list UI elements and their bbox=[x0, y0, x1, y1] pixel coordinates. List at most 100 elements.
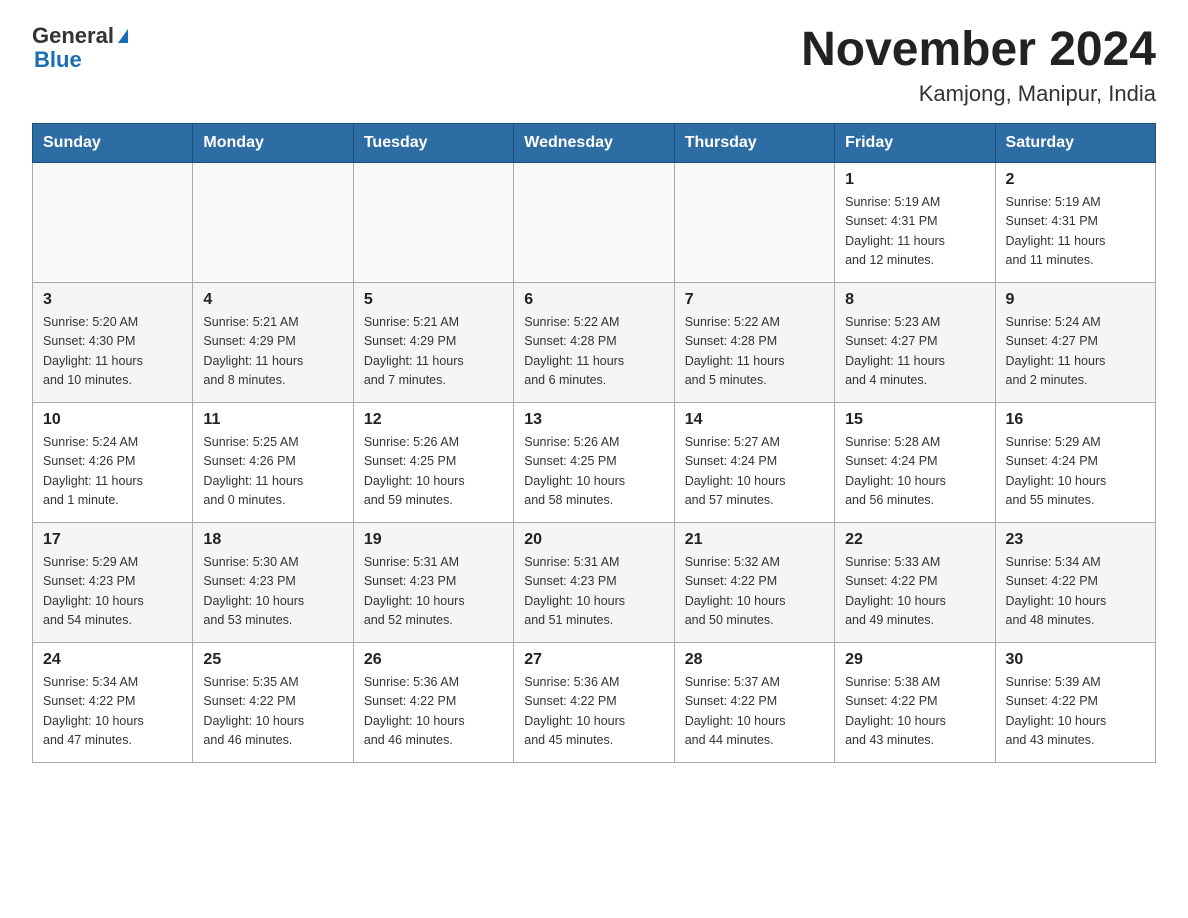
calendar-cell: 28Sunrise: 5:37 AM Sunset: 4:22 PM Dayli… bbox=[674, 642, 834, 762]
calendar-cell bbox=[674, 162, 834, 282]
calendar-cell bbox=[193, 162, 353, 282]
week-row-3: 10 Sunrise: 5:24 AM Sunset: 4:26 PM Dayli… bbox=[33, 402, 1156, 522]
day-number: 6 bbox=[524, 291, 663, 309]
day-info: Sunrise: 5:34 AM Sunset: 4:22 PM Dayligh… bbox=[1006, 553, 1145, 631]
day-number: 27 bbox=[524, 651, 663, 669]
day-info: Sunrise: 5:31 AM Sunset: 4:23 PM Dayligh… bbox=[364, 553, 503, 631]
day-info: Sunrise: 5:38 AM Sunset: 4:22 PM Dayligh… bbox=[845, 673, 984, 751]
logo-triangle-icon bbox=[118, 29, 128, 43]
day-number: 20 bbox=[524, 531, 663, 549]
day-number: 26 bbox=[364, 651, 503, 669]
day-number: 17 bbox=[43, 531, 182, 549]
logo-text-general: General bbox=[32, 24, 114, 48]
header-cell-saturday: Saturday bbox=[995, 123, 1155, 162]
day-number: 16 bbox=[1006, 411, 1145, 429]
day-info: Sunrise: 5:29 AM Sunset: 4:23 PM Dayligh… bbox=[43, 553, 182, 631]
day-number: 25 bbox=[203, 651, 342, 669]
calendar-cell: 16 Sunrise: 5:29 AM Sunset: 4:24 PM Dayli… bbox=[995, 402, 1155, 522]
header-cell-thursday: Thursday bbox=[674, 123, 834, 162]
day-info: Sunrise: 5:34 AM Sunset: 4:22 PM Dayligh… bbox=[43, 673, 182, 751]
day-info: Sunrise: 5:21 AM Sunset: 4:29 PM Dayligh… bbox=[364, 313, 503, 391]
calendar-cell: 7Sunrise: 5:22 AM Sunset: 4:28 PM Daylig… bbox=[674, 282, 834, 402]
calendar-cell: 13Sunrise: 5:26 AM Sunset: 4:25 PM Dayli… bbox=[514, 402, 674, 522]
day-number: 5 bbox=[364, 291, 503, 309]
calendar-header: SundayMondayTuesdayWednesdayThursdayFrid… bbox=[33, 123, 1156, 162]
day-number: 15 bbox=[845, 411, 984, 429]
logo-text-blue: Blue bbox=[34, 48, 82, 72]
calendar-cell: 23Sunrise: 5:34 AM Sunset: 4:22 PM Dayli… bbox=[995, 522, 1155, 642]
day-number: 1 bbox=[845, 171, 984, 189]
day-info: Sunrise: 5:33 AM Sunset: 4:22 PM Dayligh… bbox=[845, 553, 984, 631]
calendar-cell: 15 Sunrise: 5:28 AM Sunset: 4:24 PM Dayli… bbox=[835, 402, 995, 522]
calendar-cell: 6 Sunrise: 5:22 AM Sunset: 4:28 PM Daylig… bbox=[514, 282, 674, 402]
page-subtitle: Kamjong, Manipur, India bbox=[801, 81, 1156, 107]
day-number: 11 bbox=[203, 411, 342, 429]
week-row-4: 17 Sunrise: 5:29 AM Sunset: 4:23 PM Dayli… bbox=[33, 522, 1156, 642]
day-info: Sunrise: 5:29 AM Sunset: 4:24 PM Dayligh… bbox=[1006, 433, 1145, 511]
title-block: November 2024 Kamjong, Manipur, India bbox=[801, 24, 1156, 107]
calendar-cell: 18Sunrise: 5:30 AM Sunset: 4:23 PM Dayli… bbox=[193, 522, 353, 642]
calendar-cell: 10 Sunrise: 5:24 AM Sunset: 4:26 PM Dayli… bbox=[33, 402, 193, 522]
calendar-cell: 27 Sunrise: 5:36 AM Sunset: 4:22 PM Dayli… bbox=[514, 642, 674, 762]
day-number: 2 bbox=[1006, 171, 1145, 189]
page-header: General Blue November 2024 Kamjong, Mani… bbox=[32, 24, 1156, 107]
page-title: November 2024 bbox=[801, 24, 1156, 77]
header-cell-friday: Friday bbox=[835, 123, 995, 162]
calendar-cell: 26 Sunrise: 5:36 AM Sunset: 4:22 PM Dayli… bbox=[353, 642, 513, 762]
calendar-cell bbox=[514, 162, 674, 282]
calendar-table: SundayMondayTuesdayWednesdayThursdayFrid… bbox=[32, 123, 1156, 763]
day-info: Sunrise: 5:31 AM Sunset: 4:23 PM Dayligh… bbox=[524, 553, 663, 631]
calendar-cell: 5 Sunrise: 5:21 AM Sunset: 4:29 PM Daylig… bbox=[353, 282, 513, 402]
day-number: 4 bbox=[203, 291, 342, 309]
calendar-cell: 12 Sunrise: 5:26 AM Sunset: 4:25 PM Dayli… bbox=[353, 402, 513, 522]
calendar-cell: 1Sunrise: 5:19 AM Sunset: 4:31 PM Daylig… bbox=[835, 162, 995, 282]
day-info: Sunrise: 5:36 AM Sunset: 4:22 PM Dayligh… bbox=[524, 673, 663, 751]
day-number: 19 bbox=[364, 531, 503, 549]
day-number: 29 bbox=[845, 651, 984, 669]
day-info: Sunrise: 5:26 AM Sunset: 4:25 PM Dayligh… bbox=[364, 433, 503, 511]
day-info: Sunrise: 5:23 AM Sunset: 4:27 PM Dayligh… bbox=[845, 313, 984, 391]
header-cell-wednesday: Wednesday bbox=[514, 123, 674, 162]
calendar-cell: 21 Sunrise: 5:32 AM Sunset: 4:22 PM Dayli… bbox=[674, 522, 834, 642]
day-number: 24 bbox=[43, 651, 182, 669]
calendar-cell bbox=[33, 162, 193, 282]
calendar-cell: 14 Sunrise: 5:27 AM Sunset: 4:24 PM Dayli… bbox=[674, 402, 834, 522]
day-info: Sunrise: 5:22 AM Sunset: 4:28 PM Dayligh… bbox=[685, 313, 824, 391]
day-info: Sunrise: 5:24 AM Sunset: 4:26 PM Dayligh… bbox=[43, 433, 182, 511]
calendar-cell: 3Sunrise: 5:20 AM Sunset: 4:30 PM Daylig… bbox=[33, 282, 193, 402]
calendar-cell: 25 Sunrise: 5:35 AM Sunset: 4:22 PM Dayli… bbox=[193, 642, 353, 762]
week-row-1: 1 Sunrise: 5:19 AM Sunset: 4:31 PM Daylig… bbox=[33, 162, 1156, 282]
day-number: 10 bbox=[43, 411, 182, 429]
week-row-5: 24 Sunrise: 5:34 AM Sunset: 4:22 PM Dayli… bbox=[33, 642, 1156, 762]
calendar-cell: 9Sunrise: 5:24 AM Sunset: 4:27 PM Daylig… bbox=[995, 282, 1155, 402]
day-info: Sunrise: 5:36 AM Sunset: 4:22 PM Dayligh… bbox=[364, 673, 503, 751]
calendar-cell: 11 Sunrise: 5:25 AM Sunset: 4:26 PM Dayli… bbox=[193, 402, 353, 522]
day-number: 9 bbox=[1006, 291, 1145, 309]
calendar-cell: 19 Sunrise: 5:31 AM Sunset: 4:23 PM Dayli… bbox=[353, 522, 513, 642]
calendar-cell: 22Sunrise: 5:33 AM Sunset: 4:22 PM Dayli… bbox=[835, 522, 995, 642]
day-info: Sunrise: 5:35 AM Sunset: 4:22 PM Dayligh… bbox=[203, 673, 342, 751]
calendar-cell: 8 Sunrise: 5:23 AM Sunset: 4:27 PM Daylig… bbox=[835, 282, 995, 402]
day-info: Sunrise: 5:27 AM Sunset: 4:24 PM Dayligh… bbox=[685, 433, 824, 511]
day-info: Sunrise: 5:37 AM Sunset: 4:22 PM Dayligh… bbox=[685, 673, 824, 751]
header-cell-sunday: Sunday bbox=[33, 123, 193, 162]
day-number: 3 bbox=[43, 291, 182, 309]
calendar-cell: 24 Sunrise: 5:34 AM Sunset: 4:22 PM Dayli… bbox=[33, 642, 193, 762]
day-info: Sunrise: 5:39 AM Sunset: 4:22 PM Dayligh… bbox=[1006, 673, 1145, 751]
week-row-2: 3Sunrise: 5:20 AM Sunset: 4:30 PM Daylig… bbox=[33, 282, 1156, 402]
day-info: Sunrise: 5:25 AM Sunset: 4:26 PM Dayligh… bbox=[203, 433, 342, 511]
day-info: Sunrise: 5:19 AM Sunset: 4:31 PM Dayligh… bbox=[1006, 193, 1145, 271]
day-number: 21 bbox=[685, 531, 824, 549]
calendar-cell: 30Sunrise: 5:39 AM Sunset: 4:22 PM Dayli… bbox=[995, 642, 1155, 762]
day-info: Sunrise: 5:28 AM Sunset: 4:24 PM Dayligh… bbox=[845, 433, 984, 511]
header-row: SundayMondayTuesdayWednesdayThursdayFrid… bbox=[33, 123, 1156, 162]
day-number: 8 bbox=[845, 291, 984, 309]
day-number: 12 bbox=[364, 411, 503, 429]
logo: General Blue bbox=[32, 24, 128, 72]
day-number: 14 bbox=[685, 411, 824, 429]
header-cell-monday: Monday bbox=[193, 123, 353, 162]
day-info: Sunrise: 5:30 AM Sunset: 4:23 PM Dayligh… bbox=[203, 553, 342, 631]
day-info: Sunrise: 5:32 AM Sunset: 4:22 PM Dayligh… bbox=[685, 553, 824, 631]
day-number: 13 bbox=[524, 411, 663, 429]
day-info: Sunrise: 5:22 AM Sunset: 4:28 PM Dayligh… bbox=[524, 313, 663, 391]
